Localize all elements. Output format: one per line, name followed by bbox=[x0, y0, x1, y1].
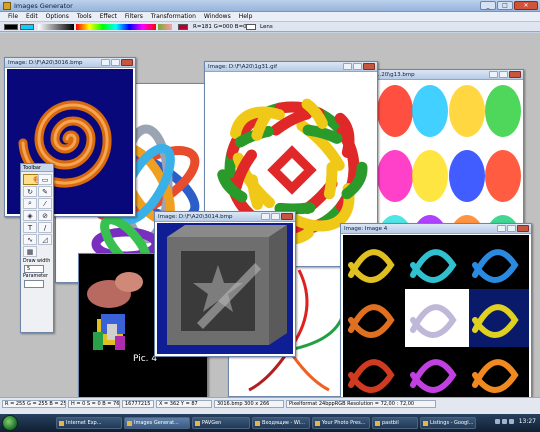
menu-edit[interactable]: Edit bbox=[22, 13, 42, 20]
menu-filters[interactable]: Filters bbox=[121, 13, 147, 20]
app-window: Images Generator _ □ ✕ File Edit Options… bbox=[0, 0, 540, 414]
status-pixel-format: Pixelformat 24bppRGB Resolution = 72,00 … bbox=[286, 400, 436, 408]
window-title: Image: D:\F\A20\3016.bmp bbox=[8, 60, 83, 66]
window-titlebar[interactable]: Image: D:\F\A20\3014.bmp bbox=[155, 212, 295, 222]
maximize-button[interactable] bbox=[353, 63, 362, 70]
menu-help[interactable]: Help bbox=[235, 13, 257, 20]
foreground-color-swatch[interactable] bbox=[4, 24, 18, 30]
menu-options[interactable]: Options bbox=[42, 13, 73, 20]
draw-width-label: Draw width bbox=[23, 259, 51, 264]
menu-effect[interactable]: Effect bbox=[96, 13, 121, 20]
color-toolbar: R=181 G=000 B=049 Lens bbox=[0, 22, 540, 32]
rgb-readout: R=181 G=000 B=049 bbox=[193, 24, 254, 30]
pencil-tool-button[interactable]: ✎ bbox=[38, 186, 52, 197]
tray-icon[interactable] bbox=[495, 419, 500, 424]
menu-windows[interactable]: Windows bbox=[200, 13, 235, 20]
image-window-image4[interactable]: Image: Image 4 bbox=[340, 223, 532, 397]
minimize-button[interactable] bbox=[101, 59, 110, 66]
draw-width-input[interactable]: 5 bbox=[24, 265, 44, 273]
polygon-tool-button[interactable]: ◿ bbox=[38, 234, 52, 245]
magnify-tool-button[interactable]: ⌕ bbox=[23, 198, 37, 209]
hue-palette[interactable] bbox=[76, 24, 156, 30]
menu-file[interactable]: File bbox=[4, 13, 22, 20]
tool-palette[interactable]: Toolbar 🎨 ▭ ↻ ✎ ⌕ ⁄ ◈ ⊘ T / ∿ ◿ ▦ Draw w… bbox=[20, 163, 54, 333]
close-button[interactable] bbox=[517, 225, 529, 232]
maximize-button[interactable] bbox=[499, 71, 508, 78]
tray-icon[interactable] bbox=[509, 419, 514, 424]
erase-tool-button[interactable]: ⊘ bbox=[38, 210, 52, 221]
lens-swatch[interactable] bbox=[246, 24, 256, 30]
window-title: ...20\g13.bmp bbox=[376, 72, 415, 78]
taskbar-item-inbox[interactable]: Входящие - Wi... bbox=[252, 417, 310, 429]
status-rgb: R = 255 G = 255 B = 255 bbox=[2, 400, 66, 408]
minimize-button[interactable] bbox=[261, 213, 270, 220]
lens-label: Lens bbox=[260, 24, 273, 30]
minimize-button[interactable] bbox=[489, 71, 498, 78]
window-titlebar[interactable]: Image: Image 4 bbox=[341, 224, 531, 234]
selected-color-swatch[interactable] bbox=[178, 24, 188, 30]
title-bar[interactable]: Images Generator _ □ ✕ bbox=[0, 0, 540, 12]
maximize-button[interactable] bbox=[111, 59, 120, 66]
background-color-swatch[interactable] bbox=[20, 24, 34, 30]
text-tool-button[interactable]: T bbox=[23, 222, 37, 233]
windows-taskbar: Internet Exp... Images Generat... PAVGen… bbox=[0, 414, 540, 432]
start-button[interactable] bbox=[2, 415, 18, 431]
image-window-3014[interactable]: Image: D:\F\A20\3014.bmp bbox=[154, 211, 296, 357]
status-color-code: 16777215 bbox=[122, 400, 154, 408]
fill-tool-button[interactable]: ◈ bbox=[23, 210, 37, 221]
close-button[interactable] bbox=[281, 213, 293, 220]
tool-palette-title: Toolbar bbox=[21, 164, 53, 172]
taskbar-item-listings[interactable]: Listings - Googl... bbox=[420, 417, 476, 429]
tray-icon[interactable] bbox=[502, 419, 507, 424]
dropper-tool-button[interactable]: ⁄ bbox=[38, 198, 52, 209]
select-tool-button[interactable]: ▭ bbox=[38, 174, 52, 185]
mdi-workspace: Pic. 4 Image: D:\F\A20\3016.bmp ...20\g1… bbox=[0, 33, 540, 397]
status-coordinates: X = 362 Y = 87 bbox=[156, 400, 212, 408]
minimize-button[interactable] bbox=[497, 225, 506, 232]
line-tool-button[interactable]: / bbox=[38, 222, 52, 233]
ribbon-grid-image bbox=[343, 235, 529, 397]
window-titlebar[interactable]: Image: D:\F\A20\3016.bmp bbox=[5, 58, 135, 68]
window-title: Image: Image 4 bbox=[344, 226, 388, 232]
close-button[interactable] bbox=[363, 63, 375, 70]
app-title: Images Generator bbox=[14, 2, 73, 10]
maximize-button[interactable]: □ bbox=[497, 1, 513, 10]
window-titlebar[interactable]: Image: D:\F\A20\1g31.gif bbox=[205, 62, 377, 72]
minimize-button[interactable]: _ bbox=[480, 1, 496, 10]
close-button[interactable] bbox=[121, 59, 133, 66]
taskbar-item-photo[interactable]: Your Photo Pres... bbox=[312, 417, 370, 429]
menu-bar: File Edit Options Tools Effect Filters T… bbox=[0, 12, 540, 22]
parameter-label: Parameter bbox=[23, 274, 48, 279]
taskbar-item-pavgen[interactable]: PAVGen bbox=[192, 417, 250, 429]
status-hsb: H = 0 S = 0 B = 765 bbox=[68, 400, 120, 408]
menu-transformation[interactable]: Transformation bbox=[147, 13, 200, 20]
close-button[interactable]: ✕ bbox=[514, 1, 538, 10]
status-file-info: 3016.bmp 300 x 266 bbox=[214, 400, 284, 408]
app-icon bbox=[3, 2, 11, 10]
curve-tool-button[interactable]: ∿ bbox=[23, 234, 37, 245]
window-title: Image: D:\F\A20\3014.bmp bbox=[158, 214, 233, 220]
grid-tool-button[interactable]: ▦ bbox=[23, 246, 37, 257]
taskbar-item-images-generator[interactable]: Images Generat... bbox=[124, 417, 190, 429]
grayscale-palette[interactable] bbox=[38, 24, 74, 30]
system-tray bbox=[495, 419, 514, 424]
close-button[interactable] bbox=[509, 71, 521, 78]
parameter-input[interactable] bbox=[24, 280, 44, 288]
window-title: Image: D:\F\A20\1g31.gif bbox=[208, 64, 278, 70]
maximize-button[interactable] bbox=[271, 213, 280, 220]
menu-tools[interactable]: Tools bbox=[73, 13, 96, 20]
mixed-palette[interactable] bbox=[158, 24, 172, 30]
window-titlebar[interactable]: ...20\g13.bmp bbox=[373, 70, 523, 80]
minimize-button[interactable] bbox=[343, 63, 352, 70]
taskbar-item-pastbil[interactable]: pastbil bbox=[372, 417, 418, 429]
cube-image bbox=[157, 223, 293, 354]
maximize-button[interactable] bbox=[507, 225, 516, 232]
status-bar: R = 255 G = 255 B = 255 H = 0 S = 0 B = … bbox=[0, 397, 540, 414]
taskbar-clock[interactable]: 13:27 bbox=[519, 418, 536, 425]
taskbar-item-ie[interactable]: Internet Exp... bbox=[56, 417, 122, 429]
rotate-tool-button[interactable]: ↻ bbox=[23, 186, 37, 197]
